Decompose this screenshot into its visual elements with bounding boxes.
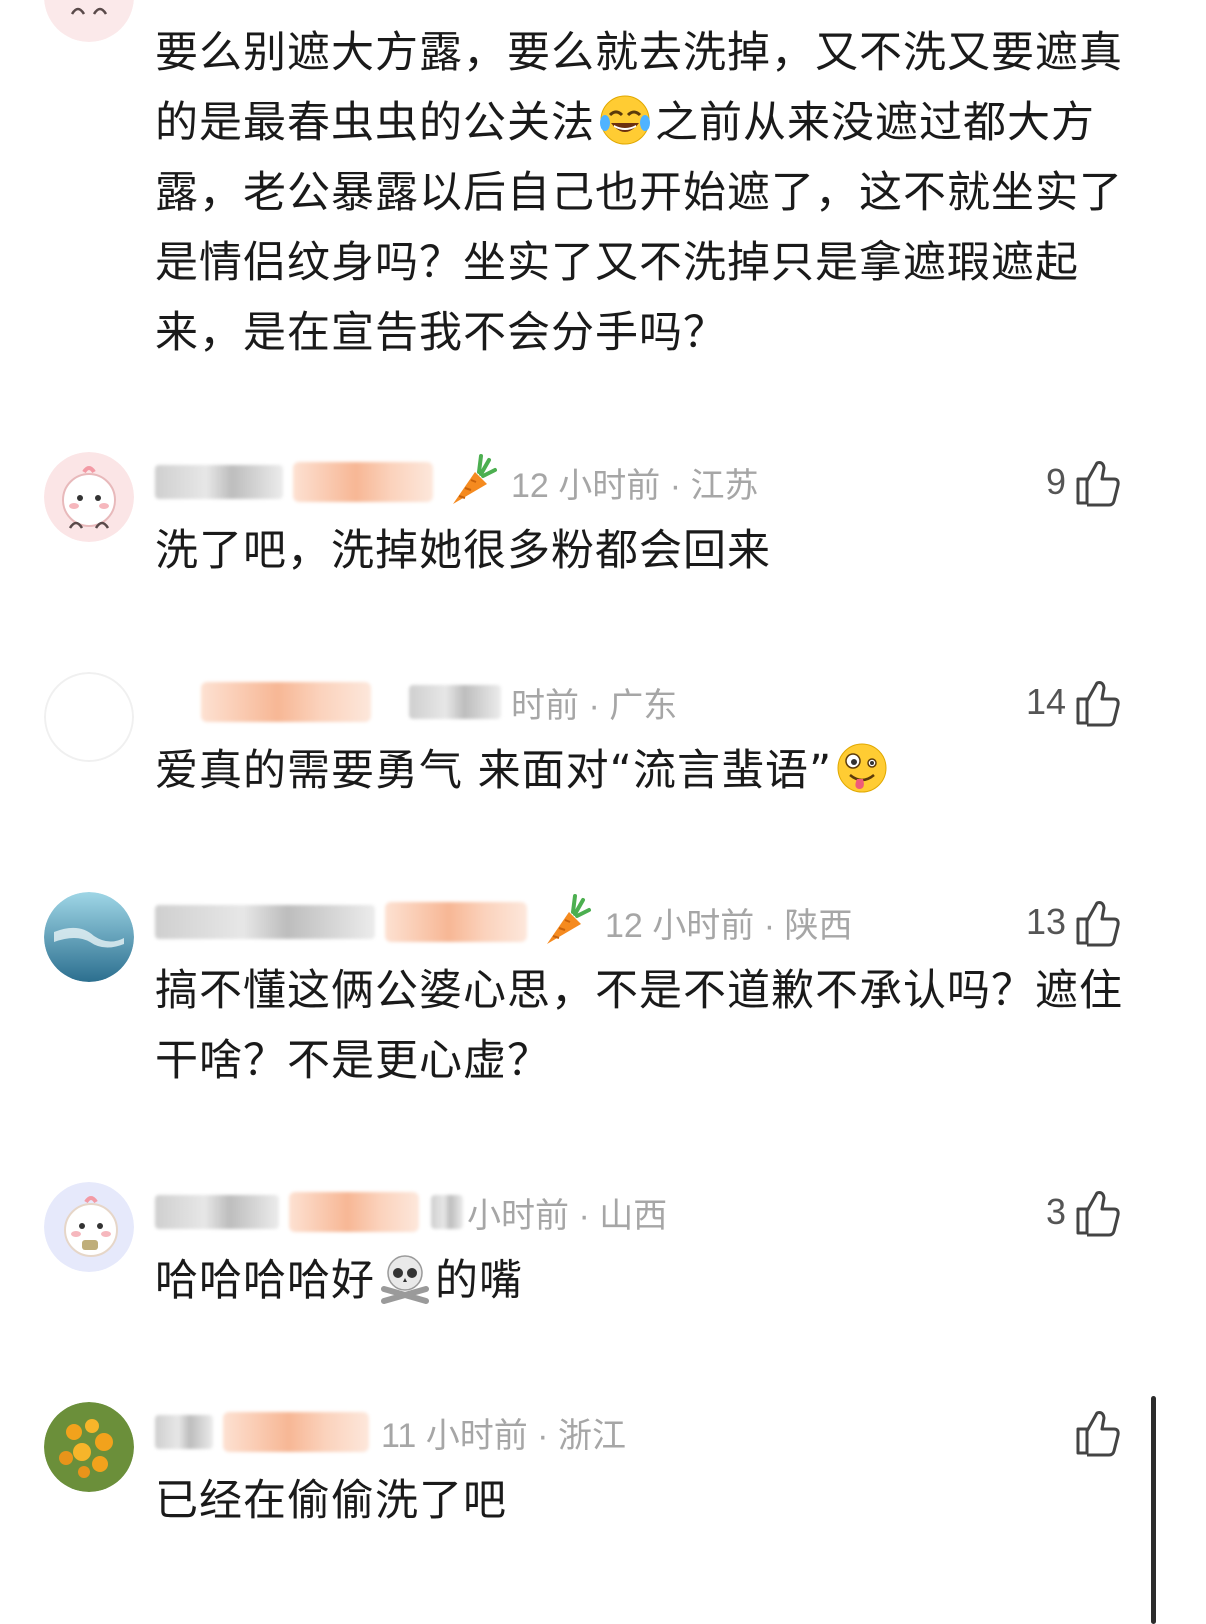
comment-meta: 11 小时前 · 浙江 [155, 1404, 626, 1460]
like-count: 9 [1045, 461, 1066, 502]
comment-time-location: 12 小时前 · 陕西 [605, 906, 853, 945]
comment-time-location: 12 小时前 · 江苏 [511, 466, 759, 505]
comment-meta: 时前 · 广东 [155, 674, 677, 730]
comment-body: 搞不懂这俩公婆心思，不是不道歉不承认吗？遮住干啥？不是更心虚？ [155, 966, 1123, 1086]
like-button[interactable] [1066, 1404, 1122, 1460]
avatar[interactable] [44, 0, 134, 42]
username-redacted[interactable] [155, 1415, 213, 1449]
like-button[interactable]: 14 [1026, 674, 1122, 730]
like-button[interactable]: 9 [1046, 454, 1122, 510]
thumbs-up-icon [1074, 1187, 1122, 1237]
like-count: 14 [1025, 681, 1066, 722]
tears-of-joy-icon [598, 93, 652, 147]
comment-meta: 12 小时前 · 陕西 [155, 894, 852, 950]
thumbs-up-icon [1074, 1407, 1122, 1457]
username-redacted[interactable] [155, 905, 375, 939]
zany-face-icon [835, 741, 889, 795]
comment-time-location: 小时前 · 山西 [467, 1196, 668, 1235]
username-redacted[interactable] [431, 1195, 463, 1229]
comment-body: 哈哈哈哈好 的嘴 [155, 1246, 1125, 1316]
comment-body: 已经在偷偷洗了吧 [155, 1476, 507, 1526]
thumbs-up-icon [1074, 897, 1122, 947]
username-redacted[interactable] [155, 1195, 279, 1229]
avatar[interactable] [44, 1402, 134, 1492]
avatar[interactable] [44, 452, 134, 542]
username-redacted[interactable] [409, 685, 501, 719]
scrollbar[interactable] [1151, 1396, 1156, 1624]
username-redacted[interactable] [155, 465, 283, 499]
fan-badge[interactable] [293, 462, 433, 502]
carrot-icon [445, 452, 501, 512]
like-button[interactable]: 13 [1026, 894, 1122, 950]
avatar[interactable] [44, 892, 134, 982]
comment-meta: 12 小时前 · 江苏 [155, 454, 758, 510]
comment-body: 洗了吧，洗掉她很多粉都会回来 [155, 526, 771, 576]
comment-time-location: 时前 · 广东 [511, 686, 678, 725]
fan-badge[interactable] [201, 682, 371, 722]
fan-badge[interactable] [289, 1192, 419, 1232]
avatar[interactable] [44, 1182, 134, 1272]
fan-badge[interactable] [223, 1412, 369, 1452]
thumbs-up-icon [1074, 677, 1122, 727]
comment-body: 爱真的需要勇气 来面对“流言蜚语” [155, 736, 1125, 806]
avatar[interactable] [44, 672, 134, 762]
thumbs-up-icon [1074, 457, 1122, 507]
carrot-icon [539, 892, 595, 952]
fan-badge[interactable] [385, 902, 527, 942]
comment-time-location: 11 小时前 · 浙江 [381, 1416, 626, 1455]
comment-list: 要么别遮大方露，要么就去洗掉，又不洗又要遮真的是最春虫虫的公关法 之前从来没遮过… [0, 0, 1206, 1624]
skull-crossbones-icon [378, 1251, 432, 1305]
like-count: 13 [1025, 901, 1066, 942]
comment-body: 要么别遮大方露，要么就去洗掉，又不洗又要遮真的是最春虫虫的公关法 之前从来没遮过… [155, 28, 1123, 358]
comment-meta: 小时前 · 山西 [155, 1184, 667, 1240]
like-count: 3 [1045, 1191, 1066, 1232]
like-button[interactable]: 3 [1046, 1184, 1122, 1240]
